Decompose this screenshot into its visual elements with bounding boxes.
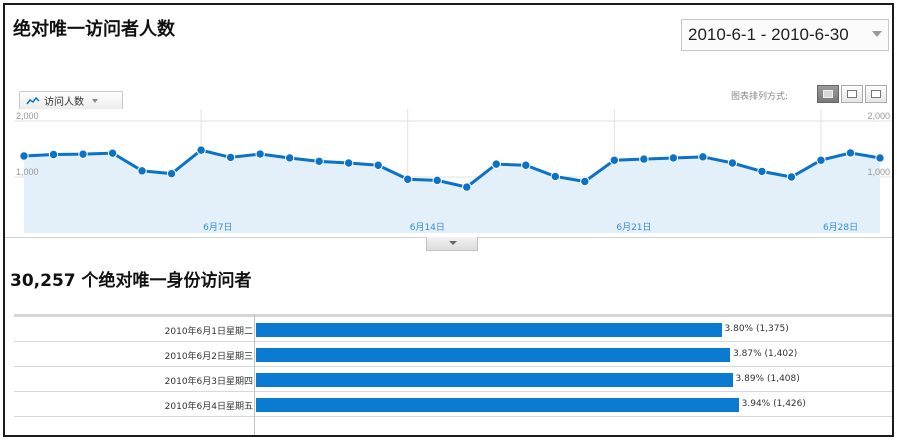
data-point	[491, 159, 501, 169]
data-point	[314, 156, 324, 167]
metric-dropdown[interactable]: 访问人数	[19, 91, 123, 109]
data-point	[698, 152, 708, 162]
data-point	[373, 160, 383, 170]
line-chart-icon	[26, 96, 40, 104]
row-value: 3.94% (1,426)	[741, 399, 806, 409]
date-range-text: 2010-6-1 - 2010-6-30	[688, 25, 849, 44]
data-point	[757, 166, 767, 177]
visitors-chart: 2,000 2,000 1,000 1,000 6月7日 6月14日 6月21日 6月28日	[14, 109, 892, 237]
y-tick-label-left: 1,000	[16, 167, 39, 177]
area-fill	[24, 150, 880, 233]
table-row: 2010年6月4日星期五 3.94% (1,426)	[14, 394, 892, 417]
data-point	[19, 151, 29, 161]
data-point	[580, 176, 590, 187]
chevron-down-icon	[872, 31, 882, 37]
data-point	[255, 149, 265, 159]
page-title: 绝对唯一访问者人数	[13, 19, 175, 40]
metric-dropdown-label: 访问人数	[44, 97, 84, 108]
data-point	[78, 149, 88, 159]
y-tick-label-right: 1,000	[867, 167, 890, 177]
data-point	[403, 174, 413, 184]
data-point	[521, 160, 531, 170]
view-mode-label: 图表排列方式:	[731, 92, 789, 102]
table-view-icon	[871, 90, 881, 98]
data-point	[137, 166, 147, 176]
row-value: 3.80% (1,375)	[724, 324, 789, 334]
report-panel: 绝对唯一访问者人数 2010-6-1 - 2010-6-30 访问人数 图表排列…	[3, 3, 894, 437]
motion-view-icon	[847, 90, 857, 98]
x-tick-label: 6月28日	[823, 222, 858, 233]
data-point	[786, 172, 797, 182]
data-point	[284, 153, 295, 163]
row-date-label: 2010年6月1日星期二	[164, 327, 253, 337]
row-date-label: 2010年6月4日星期五	[164, 402, 253, 412]
table-row: 2010年6月2日星期三 3.87% (1,402)	[14, 344, 892, 367]
x-tick-label: 6月7日	[203, 222, 232, 233]
x-tick-label: 6月14日	[410, 222, 445, 233]
data-point	[196, 145, 206, 155]
view-table-button[interactable]	[865, 85, 887, 103]
view-line-chart-button[interactable]	[817, 85, 839, 103]
caret-down-icon	[92, 98, 98, 103]
collapse-arrow-icon	[449, 241, 457, 245]
table-row: 2010年6月1日星期二 3.80% (1,375)	[14, 319, 892, 342]
row-value: 3.87% (1,402)	[733, 349, 798, 359]
collapse-chart-button[interactable]	[426, 237, 478, 251]
data-point	[875, 153, 885, 163]
data-point	[668, 153, 679, 163]
data-point	[639, 154, 649, 164]
date-range-selector[interactable]: 2010-6-1 - 2010-6-30	[681, 19, 889, 51]
data-point	[462, 182, 472, 192]
data-point	[225, 152, 236, 163]
data-point	[845, 148, 856, 158]
data-point	[550, 171, 561, 182]
data-point	[107, 148, 118, 158]
visitors-chart-svg: 2,000 2,000 1,000 1,000 6月7日 6月14日 6月21日 6月28日	[14, 109, 892, 233]
y-tick-label-left: 2,000	[16, 111, 39, 121]
data-point	[727, 158, 738, 168]
data-point	[166, 168, 177, 179]
row-bar	[256, 373, 733, 387]
y-tick-label-right: 2,000	[867, 111, 890, 121]
x-tick-label: 6月21日	[616, 222, 651, 233]
row-value: 3.89% (1,408)	[735, 374, 800, 384]
row-bar	[256, 323, 722, 337]
summary-heading: 30,257 个绝对唯一身份访问者	[10, 271, 252, 291]
table-column-divider	[254, 314, 255, 435]
data-point	[48, 149, 59, 160]
data-point	[432, 175, 442, 186]
data-point	[343, 158, 354, 168]
table-row: 2010年6月3日星期四 3.89% (1,408)	[14, 369, 892, 392]
row-bar	[256, 348, 731, 362]
data-point	[816, 155, 826, 165]
row-date-label: 2010年6月2日星期三	[164, 352, 253, 362]
data-point	[609, 155, 620, 165]
view-motion-chart-button[interactable]	[841, 85, 863, 103]
row-date-label: 2010年6月3日星期四	[164, 377, 253, 387]
chart-view-icon	[823, 90, 833, 98]
row-bar	[256, 398, 739, 412]
visitors-table: 2010年6月1日星期二 3.80% (1,375) 2010年6月2日星期三 3.8…	[14, 314, 892, 435]
